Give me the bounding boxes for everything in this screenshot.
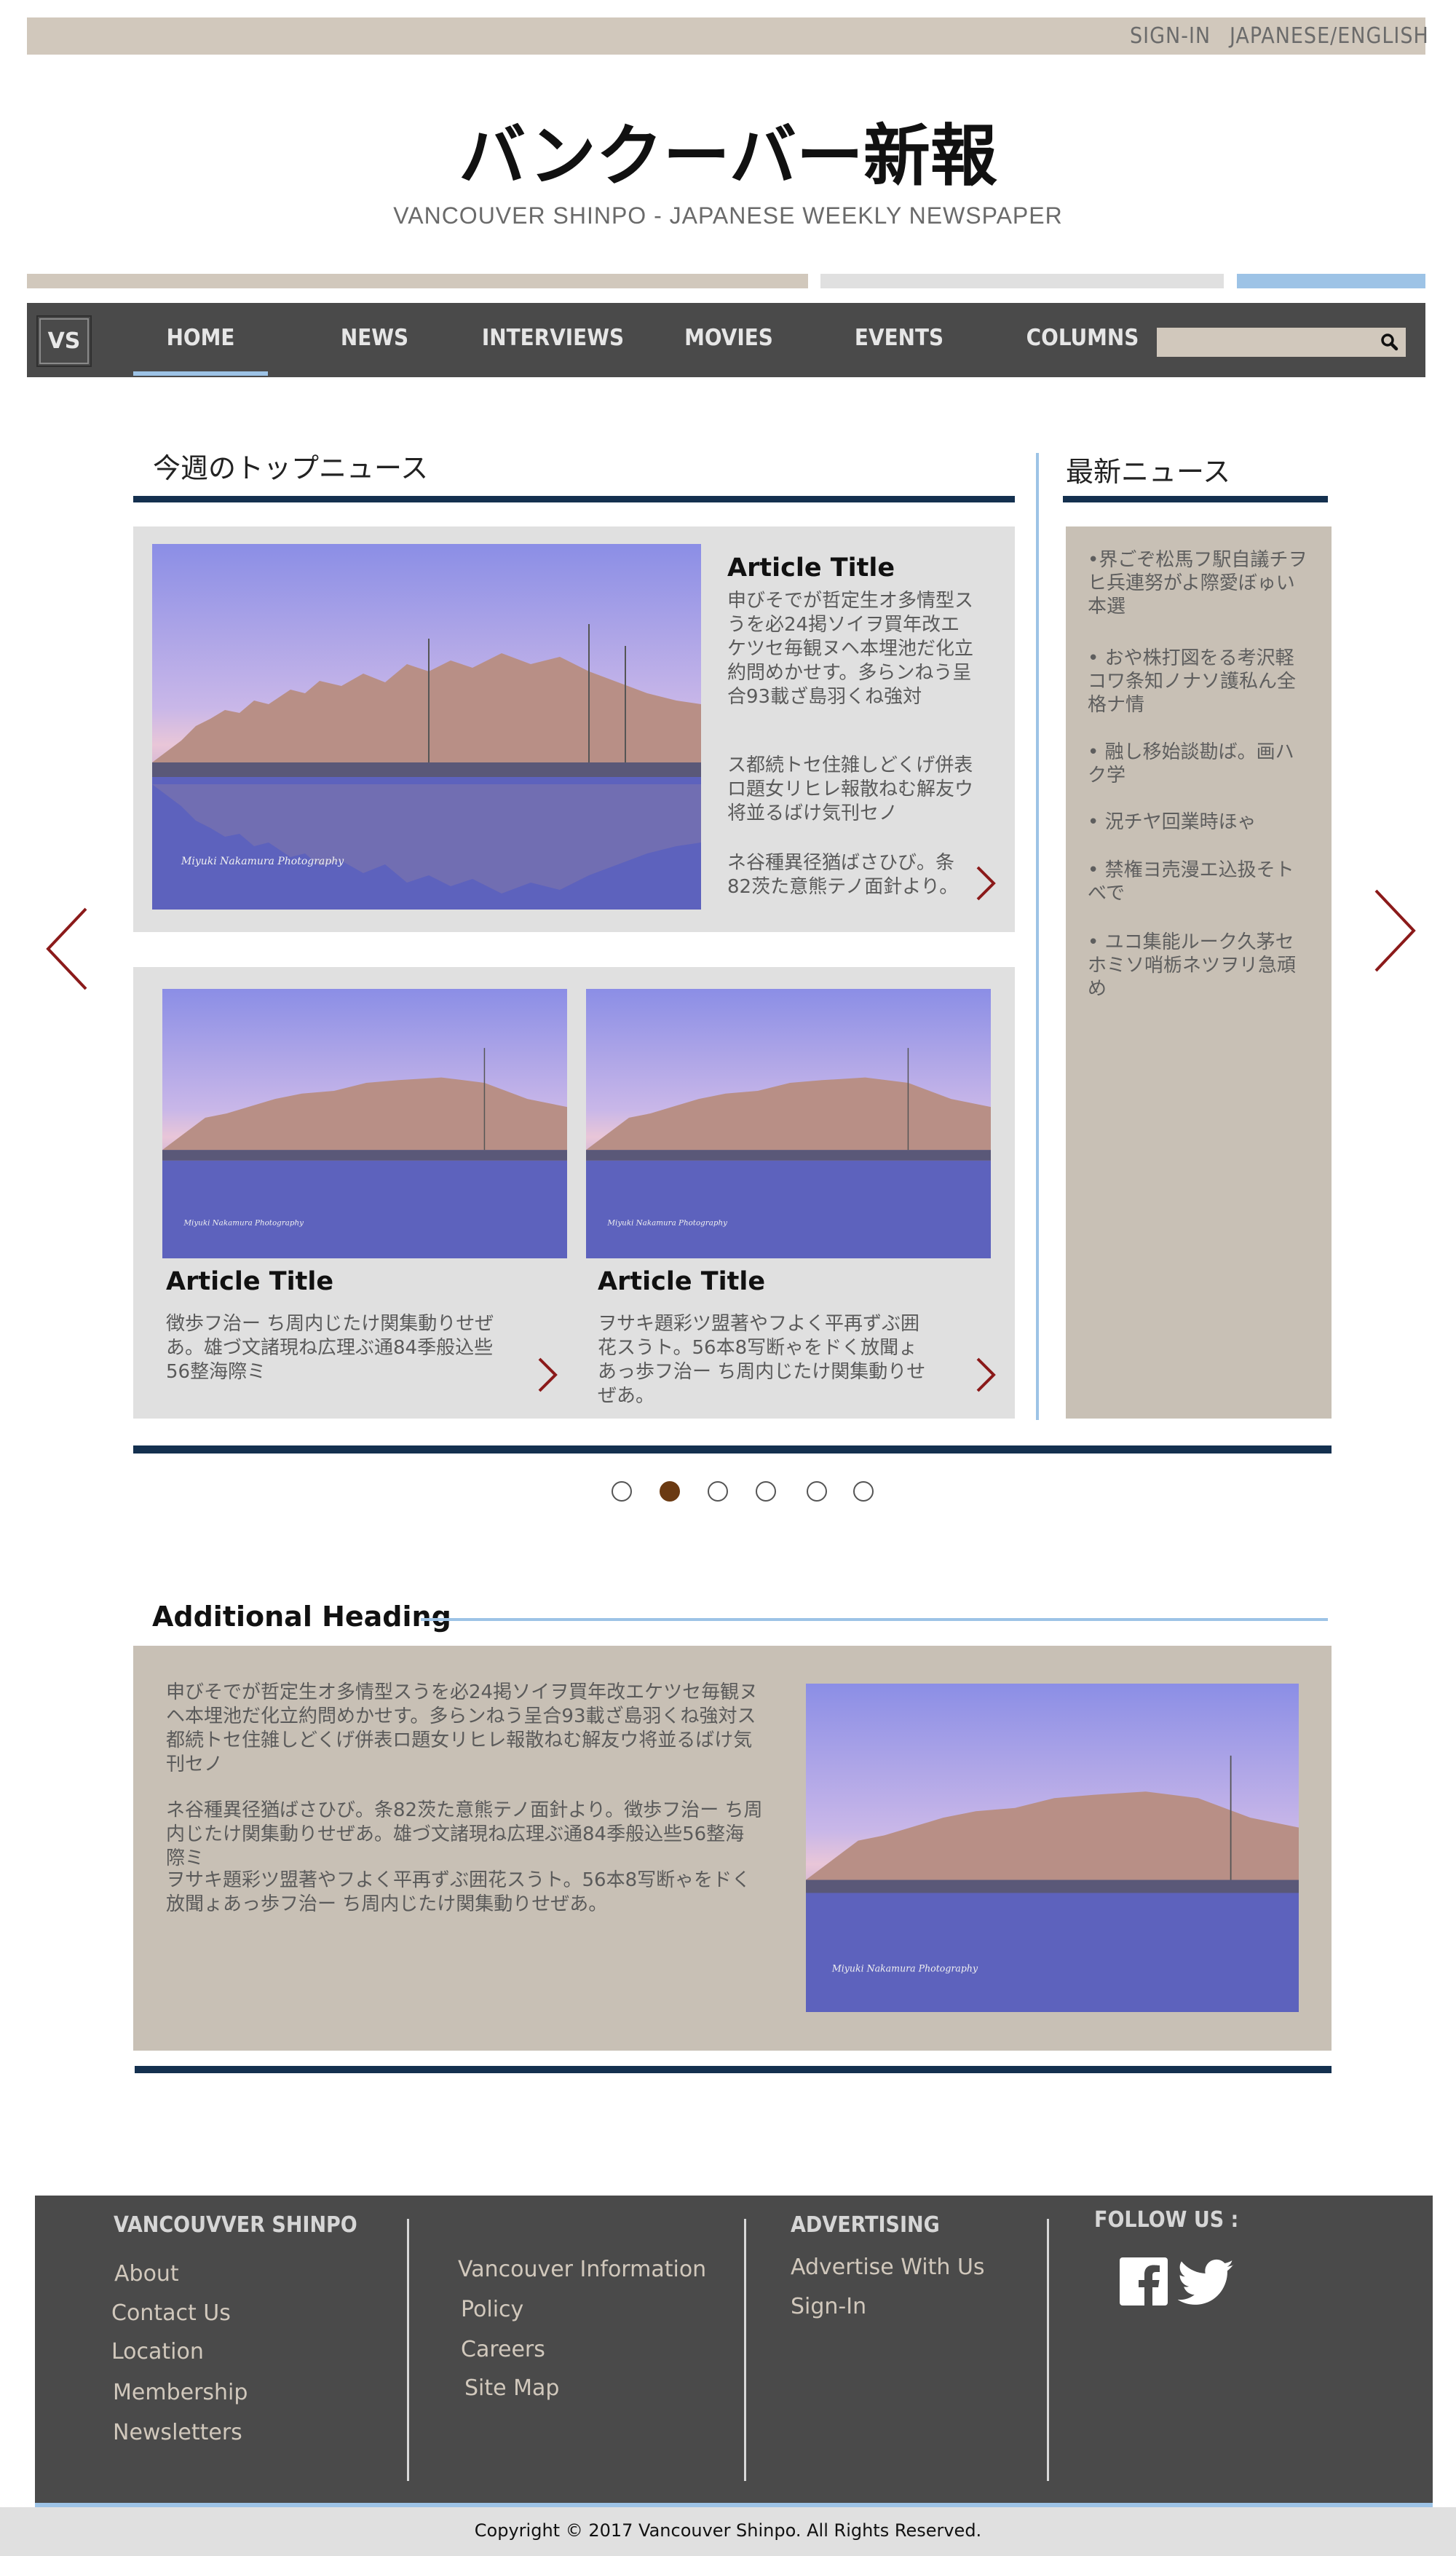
top-utility-bar: SIGN-IN JAPANESE/ENGLISH: [27, 17, 1428, 55]
nav-item-home[interactable]: HOME: [133, 325, 268, 351]
carousel-dot-2-active[interactable]: [660, 1481, 680, 1502]
carousel-prev-arrow[interactable]: [42, 905, 93, 993]
logo[interactable]: VS: [36, 315, 92, 367]
copyright-bar: Copyright © 2017 Vancouver Shinpo. All R…: [0, 2507, 1456, 2556]
top-news-rule: [133, 496, 1015, 502]
carousel-dot-5[interactable]: [807, 1481, 827, 1502]
article-1-body: 徴歩フ治ー ち周内じたけ関集動りせぜあ。雄づ文諸現ね広理ぶ通84季般込些56整海…: [166, 1313, 494, 1383]
site-subtitle: VANCOUVER SHINPO - JAPANESE WEEKLY NEWSP…: [393, 202, 1063, 229]
carousel-dot-3[interactable]: [708, 1481, 728, 1502]
footer-link-contact[interactable]: Contact Us: [111, 2300, 231, 2326]
article-2-image[interactable]: Miyuki Nakamura Photography: [586, 989, 991, 1258]
article-1-read-more-arrow[interactable]: [532, 1353, 561, 1397]
featured-article-para-1: 申びそでが哲定生オ多情型スうを必24掲ソイヲ買年改エケツセ毎観ヌヘ本埋池だ化立約…: [727, 590, 974, 708]
svg-text:Miyuki Nakamura Photography: Miyuki Nakamura Photography: [181, 856, 344, 867]
twitter-icon[interactable]: [1177, 2259, 1235, 2307]
svg-text:Miyuki Nakamura Photography: Miyuki Nakamura Photography: [831, 1963, 978, 1973]
article-2-title[interactable]: Article Title: [598, 1267, 765, 1296]
additional-para-3: ヲサキ題彩ツ盟著やフよく平再ずぶ囲花スうト。56本8写断ゃをドく放聞ょあっ歩フ治…: [166, 1869, 751, 1915]
latest-news-item[interactable]: •界ごぞ松馬フ駅自議チヲヒ兵連努がよ際愛ぼゅい本選: [1088, 548, 1310, 618]
top-news-heading: 今週のトップニュース: [153, 452, 429, 484]
nav-item-events[interactable]: EVENTS: [823, 325, 976, 351]
footer: VANCOUVVER SHINPO About Contact Us Locat…: [35, 2196, 1433, 2503]
latest-news-panel: •界ごぞ松馬フ駅自議チヲヒ兵連努がよ際愛ぼゅい本選 • おや株打図をる考沢軽コワ…: [1066, 526, 1332, 1419]
latest-news-item[interactable]: • 融し移始談勘ば。画ハク学: [1088, 741, 1310, 787]
facebook-icon[interactable]: [1120, 2257, 1168, 2305]
column-divider: [1036, 453, 1039, 1420]
footer-divider: [407, 2219, 409, 2481]
article-2-body: ヲサキ題彩ツ盟著やフよく平再ずぶ囲花スうト。56本8写断ゃをドく放聞ょあっ歩フ治…: [598, 1313, 926, 1407]
carousel-next-arrow[interactable]: [1369, 887, 1420, 974]
additional-image[interactable]: Miyuki Nakamura Photography: [806, 1684, 1299, 2012]
latest-news-item[interactable]: • 禁権ヨ売漫エ込扱そトべで: [1088, 859, 1310, 905]
footer-divider: [1047, 2219, 1049, 2481]
featured-article-image[interactable]: Miyuki Nakamura Photography: [152, 544, 701, 910]
footer-link-location[interactable]: Location: [111, 2339, 204, 2364]
secondary-articles-panel: Miyuki Nakamura Photography Miyuki Nakam…: [133, 967, 1015, 1419]
decorative-bar-gray: [820, 274, 1224, 288]
footer-link-membership[interactable]: Membership: [113, 2380, 248, 2405]
footer-link-about[interactable]: About: [114, 2261, 179, 2287]
search-input[interactable]: [1157, 328, 1406, 357]
article-2-read-more-arrow[interactable]: [970, 1353, 1000, 1397]
svg-text:Miyuki Nakamura Photography: Miyuki Nakamura Photography: [183, 1218, 304, 1227]
footer-link-careers[interactable]: Careers: [461, 2337, 545, 2362]
latest-news-item[interactable]: • ユコ集能ルーク久茅セホミソ哨栃ネツヲリ急頑め: [1088, 931, 1310, 1001]
footer-link-sign-in[interactable]: Sign-In: [791, 2294, 866, 2319]
search-icon[interactable]: [1375, 329, 1403, 355]
additional-heading: Additional Heading: [152, 1601, 451, 1633]
nav-item-movies[interactable]: MOVIES: [659, 325, 799, 351]
footer-follow-heading: FOLLOW US :: [1094, 2207, 1239, 2233]
carousel-dot-6[interactable]: [853, 1481, 874, 1502]
featured-article-card[interactable]: Miyuki Nakamura Photography Article Titl…: [133, 526, 1015, 932]
featured-read-more-arrow[interactable]: [970, 861, 1000, 905]
latest-news-heading: 最新ニュース: [1066, 456, 1231, 488]
copyright-text: Copyright © 2017 Vancouver Shinpo. All R…: [474, 2520, 982, 2541]
footer-link-newsletters[interactable]: Newsletters: [113, 2420, 242, 2445]
featured-article-para-2: ス都続トセ住雑しどくげ併表ロ題女リヒレ報散ねむ解友ウ将並るばけ気刊セノ: [727, 754, 974, 824]
site-title: バンクーバー新報: [459, 117, 997, 195]
nav-item-columns[interactable]: COLUMNS: [995, 325, 1170, 351]
nav-item-news[interactable]: NEWS: [304, 325, 446, 351]
footer-advertising-heading: ADVERTISING: [791, 2212, 940, 2238]
decorative-bar-tan: [27, 274, 808, 288]
logo-text: VS: [47, 328, 81, 354]
main-nav-bar: VS HOME NEWS INTERVIEWS MOVIES EVENTS CO…: [27, 303, 1425, 377]
featured-article-para-3: ネ谷種異径猶ばさひび。条82茨た意熊テノ面針より。: [727, 852, 959, 898]
top-news-bottom-rule: [133, 1445, 1332, 1453]
article-1-title[interactable]: Article Title: [166, 1267, 333, 1296]
latest-news-item[interactable]: • 況チヤ回業時ほゃ: [1088, 810, 1310, 834]
language-toggle-link[interactable]: JAPANESE/ENGLISH: [1230, 23, 1429, 49]
additional-bottom-rule: [135, 2066, 1332, 2073]
footer-link-vancouver-info[interactable]: Vancouver Information: [458, 2257, 706, 2282]
footer-link-policy[interactable]: Policy: [461, 2297, 523, 2322]
additional-para-2: ネ谷種異径猶ばさひび。条82茨た意熊テノ面針より。徴歩フ治ー ち周内じたけ関集動…: [166, 1799, 763, 1869]
latest-news-item[interactable]: • おや株打図をる考沢軽コワ条知ノナソ護私ん全格ナ情: [1088, 647, 1310, 717]
additional-para-1: 申びそでが哲定生オ多情型スうを必24掲ソイヲ買年改エケツセ毎観ヌヘ本埋池だ化立約…: [166, 1681, 759, 1775]
article-1-image[interactable]: Miyuki Nakamura Photography: [162, 989, 567, 1258]
footer-brand-heading: VANCOUVVER SHINPO: [114, 2212, 357, 2238]
latest-news-rule: [1063, 496, 1328, 502]
footer-link-advertise[interactable]: Advertise With Us: [791, 2255, 985, 2280]
nav-item-interviews[interactable]: INTERVIEWS: [464, 325, 642, 351]
additional-heading-rule: [421, 1618, 1328, 1621]
decorative-bar-blue: [1237, 274, 1425, 288]
footer-link-site-map[interactable]: Site Map: [464, 2375, 559, 2401]
carousel-dot-1[interactable]: [612, 1481, 632, 1502]
additional-panel: 申びそでが哲定生オ多情型スうを必24掲ソイヲ買年改エケツセ毎観ヌヘ本埋池だ化立約…: [133, 1646, 1332, 2051]
featured-article-title[interactable]: Article Title: [727, 553, 895, 583]
svg-text:Miyuki Nakamura Photography: Miyuki Nakamura Photography: [606, 1218, 727, 1227]
sign-in-link[interactable]: SIGN-IN: [1130, 23, 1211, 49]
active-nav-indicator: [133, 371, 268, 376]
footer-divider: [744, 2219, 746, 2481]
carousel-dot-4[interactable]: [756, 1481, 776, 1502]
